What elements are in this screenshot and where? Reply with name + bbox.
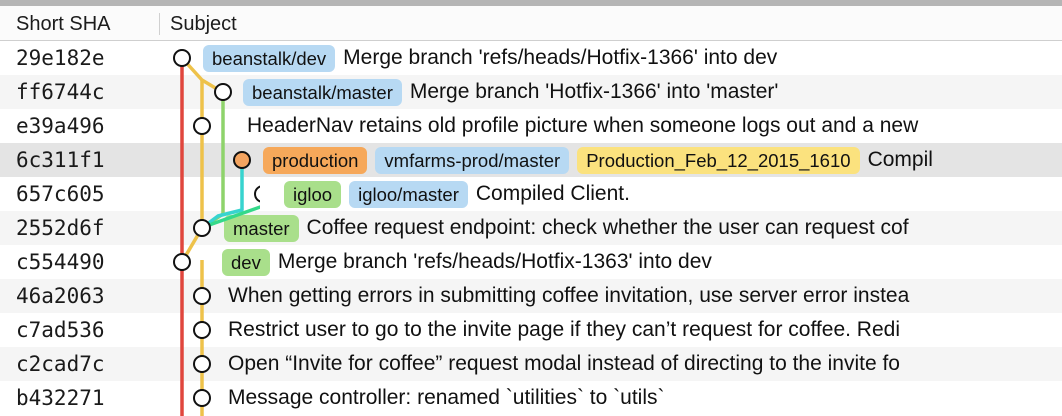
commit-subject-cell: Message controller: renamed `utilities` … — [228, 381, 665, 415]
commit-subject: Compiled Client. — [475, 182, 630, 205]
commit-subject-cell: Open “Invite for coffee” request modal i… — [228, 347, 900, 381]
commit-subject: Compil — [867, 148, 933, 171]
commit-subject: Restrict user to go to the invite page i… — [228, 318, 900, 341]
column-divider[interactable] — [159, 13, 160, 35]
commit-node[interactable] — [193, 117, 211, 135]
commit-subject: HeaderNav retains old profile picture wh… — [247, 114, 919, 137]
column-header-short-sha[interactable]: Short SHA — [16, 6, 110, 40]
commit-node[interactable] — [173, 253, 191, 271]
commit-node[interactable] — [193, 389, 211, 407]
commit-subject: When getting errors in submitting coffee… — [228, 284, 910, 307]
commit-subject-cell: igloo igloo/master Compiled Client. — [284, 177, 630, 211]
commit-subject: Merge branch 'Hotfix-1366' into 'master' — [409, 80, 779, 103]
graph-branch-line — [201, 92, 225, 230]
ref-badge[interactable]: vmfarms-prod/master — [375, 146, 570, 174]
commit-node[interactable] — [193, 355, 211, 373]
ref-badge[interactable]: production — [263, 146, 368, 174]
commit-subject-cell: production vmfarms-prod/master Production_… — [263, 143, 933, 177]
ref-badge[interactable]: igloo — [284, 180, 342, 208]
commit-node[interactable] — [233, 151, 251, 169]
commit-subject-cell: When getting errors in submitting coffee… — [228, 279, 909, 313]
commit-subject: Merge branch 'refs/heads/Hotfix-1366' in… — [343, 46, 778, 69]
commit-subject-cell: beanstalk/dev Merge branch 'refs/heads/Ho… — [203, 41, 777, 75]
commit-node[interactable] — [193, 321, 211, 339]
commit-subject: Merge branch 'refs/heads/Hotfix-1363' in… — [277, 250, 712, 273]
commit-subject-cell: dev Merge branch 'refs/heads/Hotfix-1363'… — [222, 245, 712, 279]
ref-badge[interactable]: igloo/master — [349, 180, 468, 208]
commit-subject-cell: Restrict user to go to the invite page i… — [228, 313, 900, 347]
commit-node[interactable] — [214, 83, 232, 101]
commit-node[interactable] — [193, 287, 211, 305]
commit-graph — [173, 49, 260, 416]
commit-subject: Message controller: renamed `utilities` … — [228, 386, 665, 409]
commit-subject-cell: beanstalk/master Merge branch 'Hotfix-136… — [243, 75, 778, 109]
commit-subject-cell: HeaderNav retains old profile picture wh… — [247, 109, 918, 143]
ref-badge[interactable]: Production_Feb_12_2015_1610 — [577, 146, 860, 174]
commit-node[interactable] — [193, 219, 211, 237]
commit-subject-cell: master Coffee request endpoint: check whe… — [224, 211, 909, 245]
ref-badge[interactable]: beanstalk/master — [243, 78, 402, 106]
column-header-subject[interactable]: Subject — [170, 6, 237, 40]
column-header: Short SHA Subject — [0, 6, 1062, 41]
commit-subject: Coffee request endpoint: check whether t… — [306, 216, 909, 239]
commit-node[interactable] — [254, 185, 260, 203]
commit-subject: Open “Invite for coffee” request modal i… — [228, 352, 900, 375]
commit-node[interactable] — [173, 49, 191, 67]
